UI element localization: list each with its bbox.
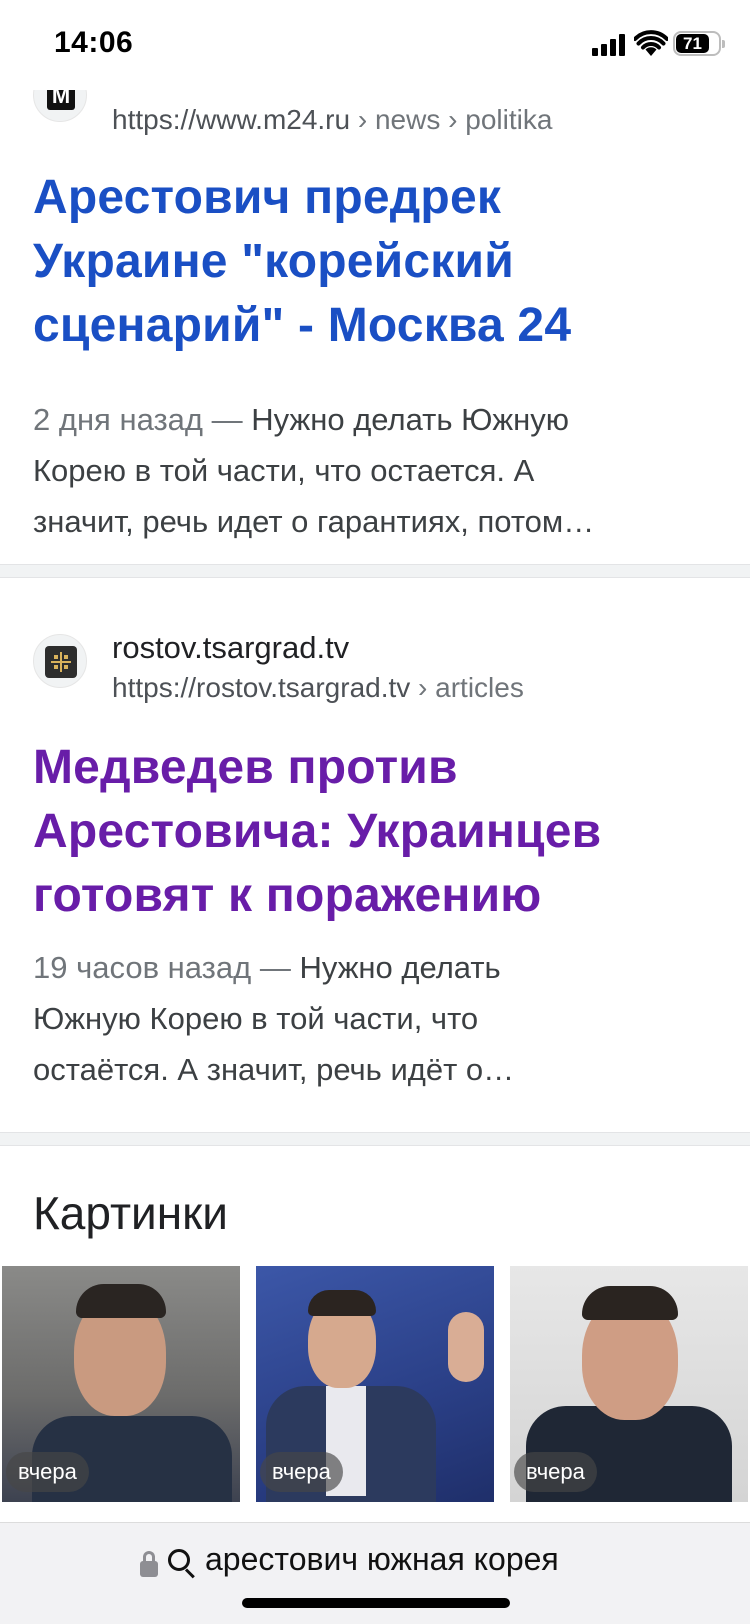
image-thumbnail[interactable]: вчера bbox=[256, 1266, 494, 1502]
status-time: 14:06 bbox=[54, 26, 134, 59]
result-url[interactable]: https://rostov.tsargrad.tv › articles bbox=[112, 672, 524, 704]
battery-icon: 71 bbox=[673, 31, 725, 56]
wifi-icon bbox=[634, 30, 668, 56]
result-snippet: 2 дня назад — Нужно делать Южную Корею в… bbox=[33, 402, 595, 539]
breadcrumb: articles bbox=[435, 672, 524, 703]
battery-level: 71 bbox=[683, 34, 702, 53]
lock-icon bbox=[140, 1549, 158, 1579]
image-thumbnail[interactable]: вчера bbox=[2, 1266, 240, 1502]
address-bar[interactable]: арестович южная корея bbox=[0, 1522, 750, 1624]
result-date: 2 дня назад bbox=[33, 402, 204, 437]
image-thumbnail[interactable]: вчера bbox=[510, 1266, 748, 1502]
result-site-name[interactable]: rostov.tsargrad.tv bbox=[112, 630, 349, 666]
signal-icon bbox=[592, 32, 628, 56]
result-title-link[interactable]: Арестович предрек Украине "корейский сце… bbox=[33, 166, 723, 358]
result-title-link[interactable]: Медведев против Арестовича: Украинцев го… bbox=[33, 736, 723, 928]
search-icon bbox=[168, 1549, 196, 1579]
result-date: 19 часов назад bbox=[33, 950, 252, 985]
images-heading[interactable]: Картинки bbox=[33, 1186, 228, 1240]
image-date-badge: вчера bbox=[260, 1452, 343, 1492]
address-query[interactable]: арестович южная корея bbox=[205, 1541, 559, 1578]
image-date-badge: вчера bbox=[514, 1452, 597, 1492]
status-bar: 14:06 71 bbox=[0, 0, 750, 90]
result-divider bbox=[0, 1132, 750, 1146]
breadcrumb: news bbox=[374, 104, 441, 135]
search-result-tsargrad: rostov.tsargrad.tv https://rostov.tsargr… bbox=[0, 578, 750, 1132]
tsargrad-favicon[interactable] bbox=[33, 634, 87, 688]
breadcrumb: politika bbox=[465, 104, 553, 135]
result-divider bbox=[0, 564, 750, 578]
image-date-badge: вчера bbox=[6, 1452, 89, 1492]
home-indicator[interactable] bbox=[242, 1598, 510, 1608]
result-url[interactable]: https://www.m24.ru › news › politika bbox=[112, 104, 552, 136]
result-snippet: 19 часов назад — Нужно делать Южную Коре… bbox=[33, 950, 515, 1087]
